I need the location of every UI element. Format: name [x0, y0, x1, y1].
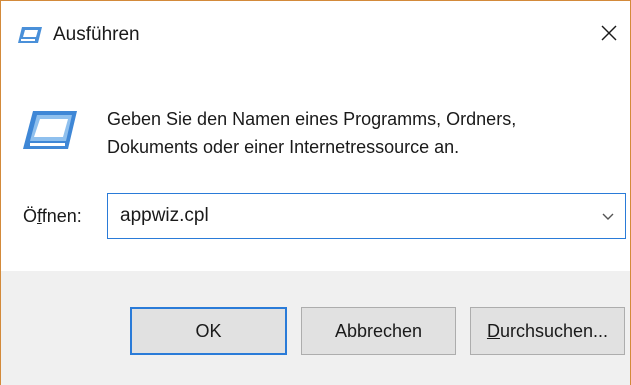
title-bar[interactable]: Ausführen	[1, 1, 630, 67]
ok-button[interactable]: OK	[130, 307, 287, 355]
open-input[interactable]	[108, 194, 588, 238]
browse-button[interactable]: Durchsuchen...	[470, 307, 625, 355]
button-bar: OK Abbrechen Durchsuchen...	[1, 271, 630, 385]
run-dialog: Ausführen Geben Sie den Namen eines Prog…	[0, 0, 631, 385]
close-icon	[600, 24, 618, 47]
dialog-content: Geben Sie den Namen eines Programms, Ord…	[1, 67, 630, 271]
open-label: Öffnen:	[23, 206, 82, 226]
cancel-button[interactable]: Abbrechen	[301, 307, 456, 355]
run-icon	[21, 109, 79, 151]
run-icon	[17, 26, 43, 44]
description-text: Geben Sie den Namen eines Programms, Ord…	[107, 109, 517, 157]
close-button[interactable]	[589, 15, 629, 55]
open-combobox[interactable]	[107, 193, 626, 239]
window-title: Ausführen	[53, 24, 140, 45]
chevron-down-icon[interactable]	[601, 209, 615, 223]
